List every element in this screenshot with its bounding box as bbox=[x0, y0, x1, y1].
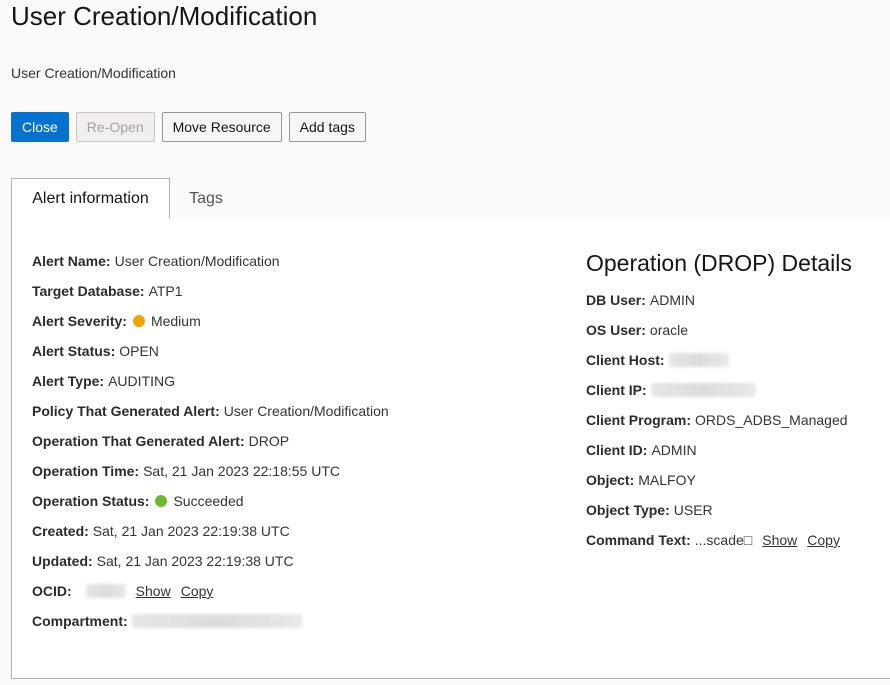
compartment-row: Compartment: bbox=[32, 612, 389, 642]
command-text-copy-link[interactable]: Copy bbox=[807, 531, 840, 549]
command-text-show-link[interactable]: Show bbox=[762, 531, 797, 549]
operation-time-row: Operation Time: Sat, 21 Jan 2023 22:18:5… bbox=[32, 462, 389, 492]
field-label: Operation Time: bbox=[32, 463, 140, 479]
reopen-button: Re-Open bbox=[75, 112, 155, 142]
move-resource-button[interactable]: Move Resource bbox=[161, 112, 282, 142]
target-database-value: ATP1 bbox=[148, 283, 183, 299]
severity-medium-icon bbox=[132, 315, 145, 327]
created-value: Sat, 21 Jan 2023 22:19:38 UTC bbox=[92, 523, 290, 539]
policy-value: User Creation/Modification bbox=[223, 403, 389, 419]
compartment-redacted-value bbox=[131, 614, 302, 628]
field-label: OS User: bbox=[586, 322, 646, 338]
os-user-row: OS User: oracle bbox=[586, 321, 852, 351]
field-label: Client Host: bbox=[586, 352, 665, 368]
object-type-row: Object Type: USER bbox=[586, 501, 852, 531]
object-value: MALFOY bbox=[638, 472, 696, 488]
policy-row: Policy That Generated Alert: User Creati… bbox=[32, 402, 389, 432]
field-label: Alert Status: bbox=[32, 343, 116, 359]
created-row: Created: Sat, 21 Jan 2023 22:19:38 UTC bbox=[32, 522, 389, 552]
updated-value: Sat, 21 Jan 2023 22:19:38 UTC bbox=[96, 553, 294, 569]
client-id-row: Client ID: ADMIN bbox=[586, 441, 852, 471]
close-button[interactable]: Close bbox=[11, 112, 69, 142]
db-user-value: ADMIN bbox=[649, 292, 696, 308]
field-label: Target Database: bbox=[32, 283, 145, 299]
client-host-redacted-value bbox=[668, 353, 729, 367]
operation-time-value: Sat, 21 Jan 2023 22:18:55 UTC bbox=[143, 463, 341, 479]
command-text-value: ...scade□ bbox=[694, 532, 753, 548]
client-program-value: ORDS_ADBS_Managed bbox=[695, 412, 848, 428]
page-subtitle: User Creation/Modification bbox=[11, 65, 176, 81]
client-ip-row: Client IP: bbox=[586, 381, 852, 411]
field-label: Updated: bbox=[32, 553, 93, 569]
object-row: Object: MALFOY bbox=[586, 471, 852, 501]
operation-details-title: Operation (DROP) Details bbox=[586, 250, 852, 276]
alert-severity-row: Alert Severity: Medium bbox=[32, 312, 389, 342]
add-tags-button[interactable]: Add tags bbox=[288, 112, 366, 142]
status-succeeded-icon bbox=[155, 495, 168, 507]
command-text-row: Command Text: ...scade□ Show Copy bbox=[586, 531, 852, 561]
operation-status-row: Operation Status: Succeeded bbox=[32, 492, 389, 522]
ocid-redacted-value bbox=[85, 584, 126, 598]
ocid-row: OCID: Show Copy bbox=[32, 582, 389, 612]
action-toolbar: Close Re-Open Move Resource Add tags bbox=[11, 112, 366, 142]
tab-tags[interactable]: Tags bbox=[170, 178, 242, 219]
field-label: Policy That Generated Alert: bbox=[32, 403, 220, 419]
field-label: Alert Name: bbox=[32, 253, 111, 269]
field-label: Alert Severity: bbox=[32, 313, 127, 329]
alert-type-value: AUDITING bbox=[108, 373, 175, 389]
tab-bar: Alert information Tags bbox=[11, 178, 890, 220]
operation-row: Operation That Generated Alert: DROP bbox=[32, 432, 389, 462]
field-label: OCID: bbox=[32, 583, 72, 599]
client-host-row: Client Host: bbox=[586, 351, 852, 381]
alert-severity-value: Medium bbox=[150, 313, 201, 329]
field-label: Object: bbox=[586, 472, 635, 488]
operation-status-value: Succeeded bbox=[173, 493, 244, 509]
alert-information-panel: Alert Name: User Creation/Modification T… bbox=[11, 219, 890, 679]
target-database-row: Target Database: ATP1 bbox=[32, 282, 389, 312]
client-program-row: Client Program: ORDS_ADBS_Managed bbox=[586, 411, 852, 441]
alert-name-value: User Creation/Modification bbox=[114, 253, 280, 269]
page-title: User Creation/Modification bbox=[11, 1, 318, 31]
operation-details-section: Operation (DROP) Details DB User: ADMIN … bbox=[586, 247, 852, 561]
field-label: Operation That Generated Alert: bbox=[32, 433, 245, 449]
tab-alert-information[interactable]: Alert information bbox=[11, 178, 170, 220]
field-label: Object Type: bbox=[586, 502, 670, 518]
object-type-value: USER bbox=[673, 502, 713, 518]
client-ip-redacted-value bbox=[650, 383, 756, 397]
field-label: Alert Type: bbox=[32, 373, 105, 389]
ocid-show-link[interactable]: Show bbox=[136, 582, 171, 600]
field-label: Client IP: bbox=[586, 382, 647, 398]
operation-value: DROP bbox=[248, 433, 290, 449]
os-user-value: oracle bbox=[649, 322, 689, 338]
alert-name-row: Alert Name: User Creation/Modification bbox=[32, 252, 389, 282]
field-label: Client ID: bbox=[586, 442, 648, 458]
alert-status-value: OPEN bbox=[119, 343, 159, 359]
ocid-copy-link[interactable]: Copy bbox=[181, 582, 214, 600]
field-label: Command Text: bbox=[586, 532, 691, 548]
field-label: Compartment: bbox=[32, 613, 128, 629]
updated-row: Updated: Sat, 21 Jan 2023 22:19:38 UTC bbox=[32, 552, 389, 582]
alert-status-row: Alert Status: OPEN bbox=[32, 342, 389, 372]
alert-details-list: Alert Name: User Creation/Modification T… bbox=[32, 252, 389, 642]
field-label: Client Program: bbox=[586, 412, 692, 428]
db-user-row: DB User: ADMIN bbox=[586, 291, 852, 321]
alert-type-row: Alert Type: AUDITING bbox=[32, 372, 389, 402]
field-label: DB User: bbox=[586, 292, 646, 308]
field-label: Created: bbox=[32, 523, 89, 539]
client-id-value: ADMIN bbox=[651, 442, 697, 458]
field-label: Operation Status: bbox=[32, 493, 150, 509]
